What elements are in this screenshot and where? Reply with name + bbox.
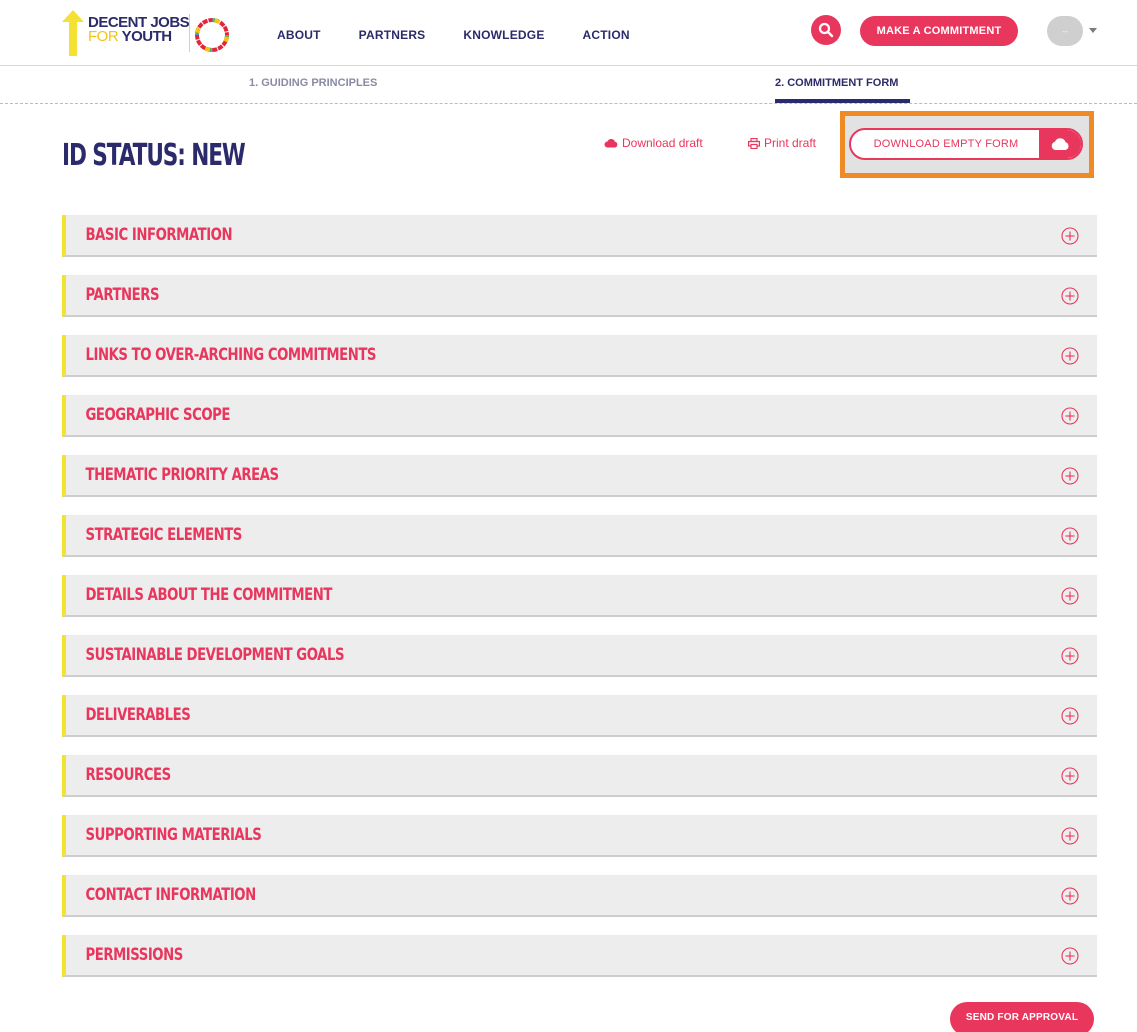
- section-title: PERMISSIONS: [85, 945, 184, 965]
- chevron-down-icon[interactable]: [1089, 28, 1097, 33]
- plus-circle-icon[interactable]: [1061, 227, 1079, 245]
- logo-line2-main: YOUTH: [121, 28, 173, 45]
- section-partners[interactable]: PARTNERS: [62, 275, 1097, 317]
- section-deliverables[interactable]: DELIVERABLES: [62, 695, 1097, 737]
- section-title: GEOGRAPHIC SCOPE: [85, 405, 231, 425]
- send-for-approval-button[interactable]: SEND FOR APPROVAL: [950, 1002, 1094, 1032]
- section-resources[interactable]: RESOURCES: [62, 755, 1097, 797]
- plus-circle-icon[interactable]: [1061, 947, 1079, 965]
- cloud-download-icon: [1039, 130, 1081, 158]
- plus-circle-icon[interactable]: [1061, 587, 1079, 605]
- section-title: SUPPORTING MATERIALS: [85, 825, 262, 845]
- form-sections: BASIC INFORMATION PARTNERS LINKS TO OVER…: [62, 215, 1097, 995]
- logo-text: DECENT JOBS FOR YOUTH: [88, 15, 190, 45]
- section-title: CONTACT INFORMATION: [85, 885, 257, 905]
- printer-icon: [748, 137, 760, 149]
- nav-about[interactable]: ABOUT: [277, 28, 321, 42]
- section-contact-information[interactable]: CONTACT INFORMATION: [62, 875, 1097, 917]
- section-details-about-the-commitment[interactable]: DETAILS ABOUT THE COMMITMENT: [62, 575, 1097, 617]
- sdg-wheel-icon: [195, 18, 229, 52]
- step-commitment-form[interactable]: 2. COMMITMENT FORM: [775, 77, 898, 89]
- main-nav: ABOUT PARTNERS KNOWLEDGE ACTION: [277, 28, 668, 42]
- download-draft-label: Download draft: [622, 136, 703, 150]
- plus-circle-icon[interactable]: [1061, 287, 1079, 305]
- section-title: RESOURCES: [85, 765, 172, 785]
- logo-line2-prefix: FOR: [88, 28, 119, 45]
- download-empty-form-button[interactable]: DOWNLOAD EMPTY FORM: [849, 128, 1083, 160]
- plus-circle-icon[interactable]: [1061, 347, 1079, 365]
- form-steps: 1. GUIDING PRINCIPLES 2. COMMITMENT FORM: [0, 66, 1137, 104]
- logo-line2: FOR YOUTH: [88, 28, 189, 45]
- section-title: BASIC INFORMATION: [85, 225, 233, 245]
- section-title: STRATEGIC ELEMENTS: [85, 525, 243, 545]
- section-basic-information[interactable]: BASIC INFORMATION: [62, 215, 1097, 257]
- section-sustainable-development-goals[interactable]: SUSTAINABLE DEVELOPMENT GOALS: [62, 635, 1097, 677]
- make-commitment-button[interactable]: MAKE A COMMITMENT: [860, 16, 1018, 46]
- section-permissions[interactable]: PERMISSIONS: [62, 935, 1097, 977]
- plus-circle-icon[interactable]: [1061, 407, 1079, 425]
- section-title: THEMATIC PRIORITY AREAS: [85, 465, 280, 485]
- site-header: DECENT JOBS FOR YOUTH ABOUT PARTNERS KNO…: [0, 0, 1137, 66]
- section-title: DELIVERABLES: [85, 705, 191, 725]
- section-title: LINKS TO OVER-ARCHING COMMITMENTS: [85, 345, 377, 365]
- section-geographic-scope[interactable]: GEOGRAPHIC SCOPE: [62, 395, 1097, 437]
- print-draft-link[interactable]: Print draft: [748, 136, 816, 150]
- nav-action[interactable]: ACTION: [583, 28, 630, 42]
- cloud-icon: [604, 139, 618, 148]
- plus-circle-icon[interactable]: [1061, 647, 1079, 665]
- logo-divider: [189, 14, 190, 52]
- section-thematic-priority-areas[interactable]: THEMATIC PRIORITY AREAS: [62, 455, 1097, 497]
- section-title: SUSTAINABLE DEVELOPMENT GOALS: [85, 645, 345, 665]
- page-title: ID STATUS: NEW: [62, 138, 246, 173]
- section-title: PARTNERS: [85, 285, 160, 305]
- decent-jobs-logo[interactable]: DECENT JOBS FOR YOUTH: [62, 10, 229, 58]
- plus-circle-icon[interactable]: [1061, 707, 1079, 725]
- nav-partners[interactable]: PARTNERS: [359, 28, 426, 42]
- plus-circle-icon[interactable]: [1061, 827, 1079, 845]
- section-links-to-over-arching-commitments[interactable]: LINKS TO OVER-ARCHING COMMITMENTS: [62, 335, 1097, 377]
- step-guiding-principles[interactable]: 1. GUIDING PRINCIPLES: [249, 77, 377, 89]
- section-supporting-materials[interactable]: SUPPORTING MATERIALS: [62, 815, 1097, 857]
- plus-circle-icon[interactable]: [1061, 467, 1079, 485]
- search-button[interactable]: [811, 15, 841, 45]
- plus-circle-icon[interactable]: [1061, 527, 1079, 545]
- search-icon: [818, 22, 834, 38]
- avatar[interactable]: --: [1047, 16, 1083, 46]
- section-strategic-elements[interactable]: STRATEGIC ELEMENTS: [62, 515, 1097, 557]
- active-step-underline: [775, 99, 910, 103]
- print-draft-label: Print draft: [764, 136, 817, 150]
- plus-circle-icon[interactable]: [1061, 887, 1079, 905]
- nav-knowledge[interactable]: KNOWLEDGE: [463, 28, 544, 42]
- download-draft-link[interactable]: Download draft: [604, 136, 703, 150]
- section-title: DETAILS ABOUT THE COMMITMENT: [85, 585, 333, 605]
- download-empty-form-label: DOWNLOAD EMPTY FORM: [873, 138, 1019, 150]
- plus-circle-icon[interactable]: [1061, 767, 1079, 785]
- logo-arrow-icon: [62, 10, 84, 56]
